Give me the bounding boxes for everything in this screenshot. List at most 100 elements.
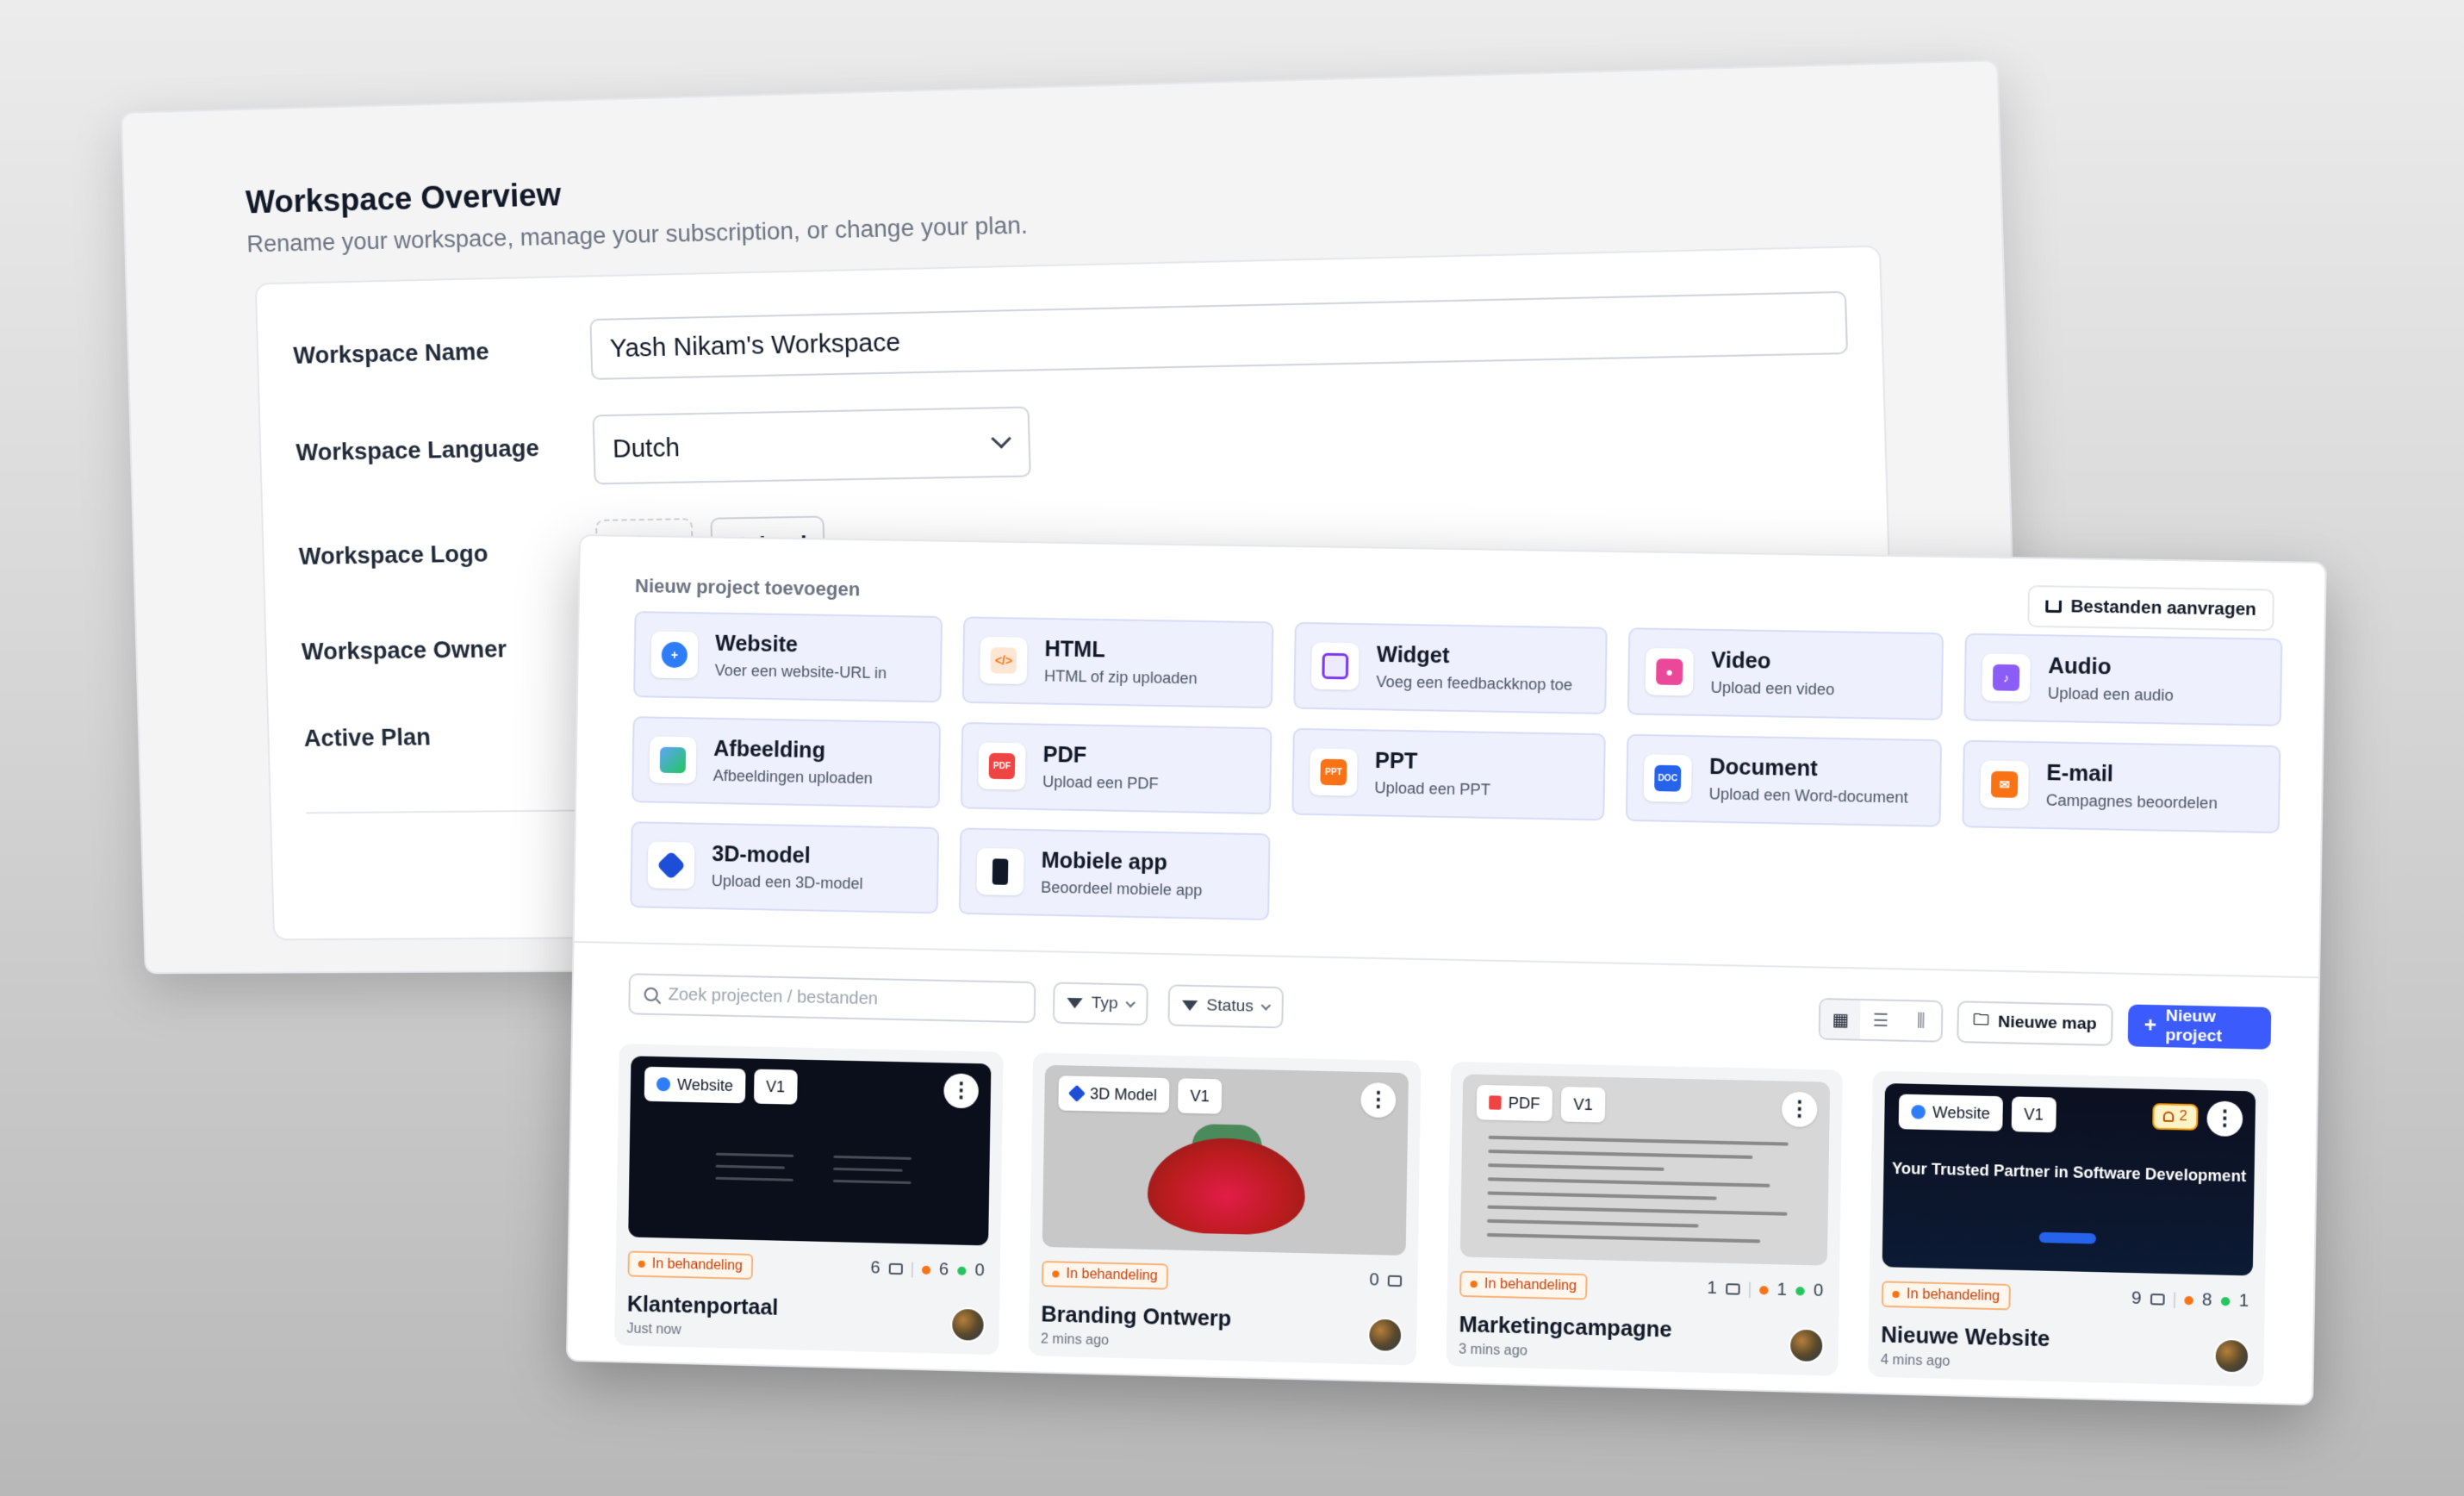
workspace-language-select[interactable]: Dutch xyxy=(592,406,1031,485)
bell-icon xyxy=(2162,1111,2175,1123)
project-time: 4 mins ago xyxy=(1880,1352,1951,1369)
version-badge: V1 xyxy=(1178,1078,1223,1114)
list-view-icon[interactable]: ☰ xyxy=(1860,1000,1901,1040)
avatar[interactable] xyxy=(2213,1337,2250,1374)
request-files-button[interactable]: Bestanden aanvragen xyxy=(2027,584,2274,632)
status-label: In behandeling xyxy=(1484,1276,1577,1294)
more-options-icon[interactable]: ⋮ xyxy=(1781,1091,1818,1128)
type-card-widget[interactable]: Widget Voeg een feedbackknop toe xyxy=(1293,621,1608,714)
avatar[interactable] xyxy=(1788,1327,1825,1364)
open-count: 1 xyxy=(1776,1280,1788,1300)
project-card[interactable]: Your Trusted Partner in Software Develop… xyxy=(1868,1070,2268,1387)
stats-separator xyxy=(911,1261,913,1277)
cube-icon xyxy=(1067,1084,1086,1102)
type-card-mobile-app[interactable]: Mobiele app Beoordeel mobiele app xyxy=(958,827,1271,921)
globe-icon xyxy=(1911,1105,1926,1119)
project-title[interactable]: Nieuwe Website xyxy=(1881,1323,2050,1352)
type-desc: Upload een audio xyxy=(2047,684,2175,705)
open-dot-icon xyxy=(921,1265,930,1275)
divider xyxy=(574,940,2319,979)
new-project-button[interactable]: + Nieuw project xyxy=(2127,1004,2272,1050)
type-card-document[interactable]: DOC Document Upload een Word-document xyxy=(1625,733,1943,827)
globe-icon: + xyxy=(650,631,699,679)
type-title: E-mail xyxy=(2046,760,2114,787)
new-project-section-title: Nieuw project toevoegen xyxy=(634,575,861,601)
project-type-label: Website xyxy=(1932,1103,1991,1122)
board-view-icon[interactable]: ⫼ xyxy=(1901,1001,1941,1041)
filter-type-label: Typ xyxy=(1091,994,1118,1013)
open-count: 8 xyxy=(2201,1290,2212,1311)
more-options-icon[interactable]: ⋮ xyxy=(943,1073,980,1109)
filter-status-button[interactable]: Status xyxy=(1167,984,1284,1029)
notification-count: 2 xyxy=(2179,1108,2187,1125)
filter-type-button[interactable]: Typ xyxy=(1052,982,1148,1026)
type-title: PPT xyxy=(1374,748,1418,774)
grid-view-icon[interactable]: ▦ xyxy=(1820,1000,1862,1039)
type-card-3d-model[interactable]: 3D-model Upload een 3D-model xyxy=(630,821,940,914)
type-card-email[interactable]: ✉ E-mail Campagnes beoordelen xyxy=(1962,739,2281,834)
cube-icon xyxy=(647,841,695,889)
project-type-badge: Website xyxy=(1898,1094,2003,1131)
stats-separator xyxy=(2173,1292,2175,1308)
resolved-count: 1 xyxy=(2238,1291,2249,1312)
project-card[interactable]: 3D Model V1 ⋮ In behandeling 0 Branding … xyxy=(1028,1052,1422,1366)
version-badge: V1 xyxy=(1560,1087,1606,1123)
project-title[interactable]: Branding Ontwerp xyxy=(1041,1302,1231,1332)
status-dot xyxy=(1892,1290,1900,1299)
project-type-label: PDF xyxy=(1508,1094,1540,1113)
project-type-badge: PDF xyxy=(1476,1084,1553,1122)
project-card[interactable]: Website V1 ⋮ In behandeling 6 6 0 Klante… xyxy=(614,1044,1004,1356)
resolved-count: 0 xyxy=(974,1261,985,1281)
comment-icon xyxy=(2150,1293,2165,1306)
chevron-down-icon xyxy=(991,428,1011,449)
avatar[interactable] xyxy=(949,1306,986,1343)
filter-icon xyxy=(1181,1000,1198,1012)
resolved-dot-icon xyxy=(1795,1286,1805,1296)
project-card[interactable]: PDF V1 ⋮ In behandeling 1 1 0 Marketingc… xyxy=(1446,1061,1843,1376)
project-thumbnail: 3D Model V1 ⋮ xyxy=(1042,1064,1409,1256)
audio-icon: ♪ xyxy=(1982,653,2031,702)
project-type-badge: 3D Model xyxy=(1058,1075,1170,1113)
workspace-logo-label: Workspace Logo xyxy=(298,540,488,570)
search-icon xyxy=(644,987,658,1001)
workspace-name-input[interactable]: Yash Nikam's Workspace xyxy=(589,290,1849,380)
resolved-dot-icon xyxy=(2220,1296,2231,1306)
status-label: In behandeling xyxy=(1906,1287,2000,1305)
plus-icon: + xyxy=(2144,1013,2157,1038)
more-options-icon[interactable]: ⋮ xyxy=(1360,1081,1397,1119)
type-desc: Upload een PPT xyxy=(1374,779,1491,799)
workspace-language-label: Workspace Language xyxy=(296,434,540,466)
folder-plus-icon: 🗀 xyxy=(1973,1010,1989,1029)
new-folder-label: Nieuwe map xyxy=(1997,1013,2097,1034)
more-options-icon[interactable]: ⋮ xyxy=(2206,1100,2243,1138)
status-dot xyxy=(638,1260,645,1268)
type-card-pdf[interactable]: PDF PDF Upload een PDF xyxy=(960,721,1272,815)
open-dot-icon xyxy=(2184,1295,2193,1305)
status-label: In behandeling xyxy=(651,1256,744,1274)
type-card-html[interactable]: </> HTML HTML of zip uploaden xyxy=(961,616,1274,709)
type-card-image[interactable]: Afbeelding Afbeeldingen uploaden xyxy=(632,716,942,808)
document-icon: DOC xyxy=(1643,754,1692,803)
project-title[interactable]: Klantenportaal xyxy=(627,1292,779,1320)
globe-icon xyxy=(656,1077,671,1092)
stats-separator xyxy=(1748,1281,1751,1298)
project-time: 3 mins ago xyxy=(1458,1342,1528,1359)
project-cards: Website V1 ⋮ In behandeling 6 6 0 Klante… xyxy=(614,1044,2268,1387)
type-card-website[interactable]: + Website Voer een website-URL in xyxy=(633,611,943,703)
page-subtitle: Rename your workspace, manage your subsc… xyxy=(246,212,1029,258)
new-folder-button[interactable]: 🗀 Nieuwe map xyxy=(1957,1000,2113,1046)
type-title: HTML xyxy=(1044,637,1105,663)
type-card-video[interactable]: ● Video Upload een video xyxy=(1627,627,1944,720)
pdf-icon xyxy=(1489,1095,1502,1110)
avatar[interactable] xyxy=(1367,1317,1403,1353)
ppt-icon: PPT xyxy=(1309,748,1358,796)
status-badge: In behandeling xyxy=(1459,1270,1588,1300)
type-desc: Upload een 3D-model xyxy=(711,872,863,893)
phone-icon xyxy=(976,847,1024,896)
type-card-audio[interactable]: ♪ Audio Upload een audio xyxy=(1963,633,2283,726)
search-input[interactable]: Zoek projecten / bestanden xyxy=(628,973,1036,1024)
type-card-ppt[interactable]: PPT PPT Upload een PPT xyxy=(1291,727,1606,821)
notification-badge[interactable]: 2 xyxy=(2152,1103,2199,1131)
video-icon: ● xyxy=(1645,647,1694,696)
project-title[interactable]: Marketingcampagne xyxy=(1459,1312,1672,1343)
